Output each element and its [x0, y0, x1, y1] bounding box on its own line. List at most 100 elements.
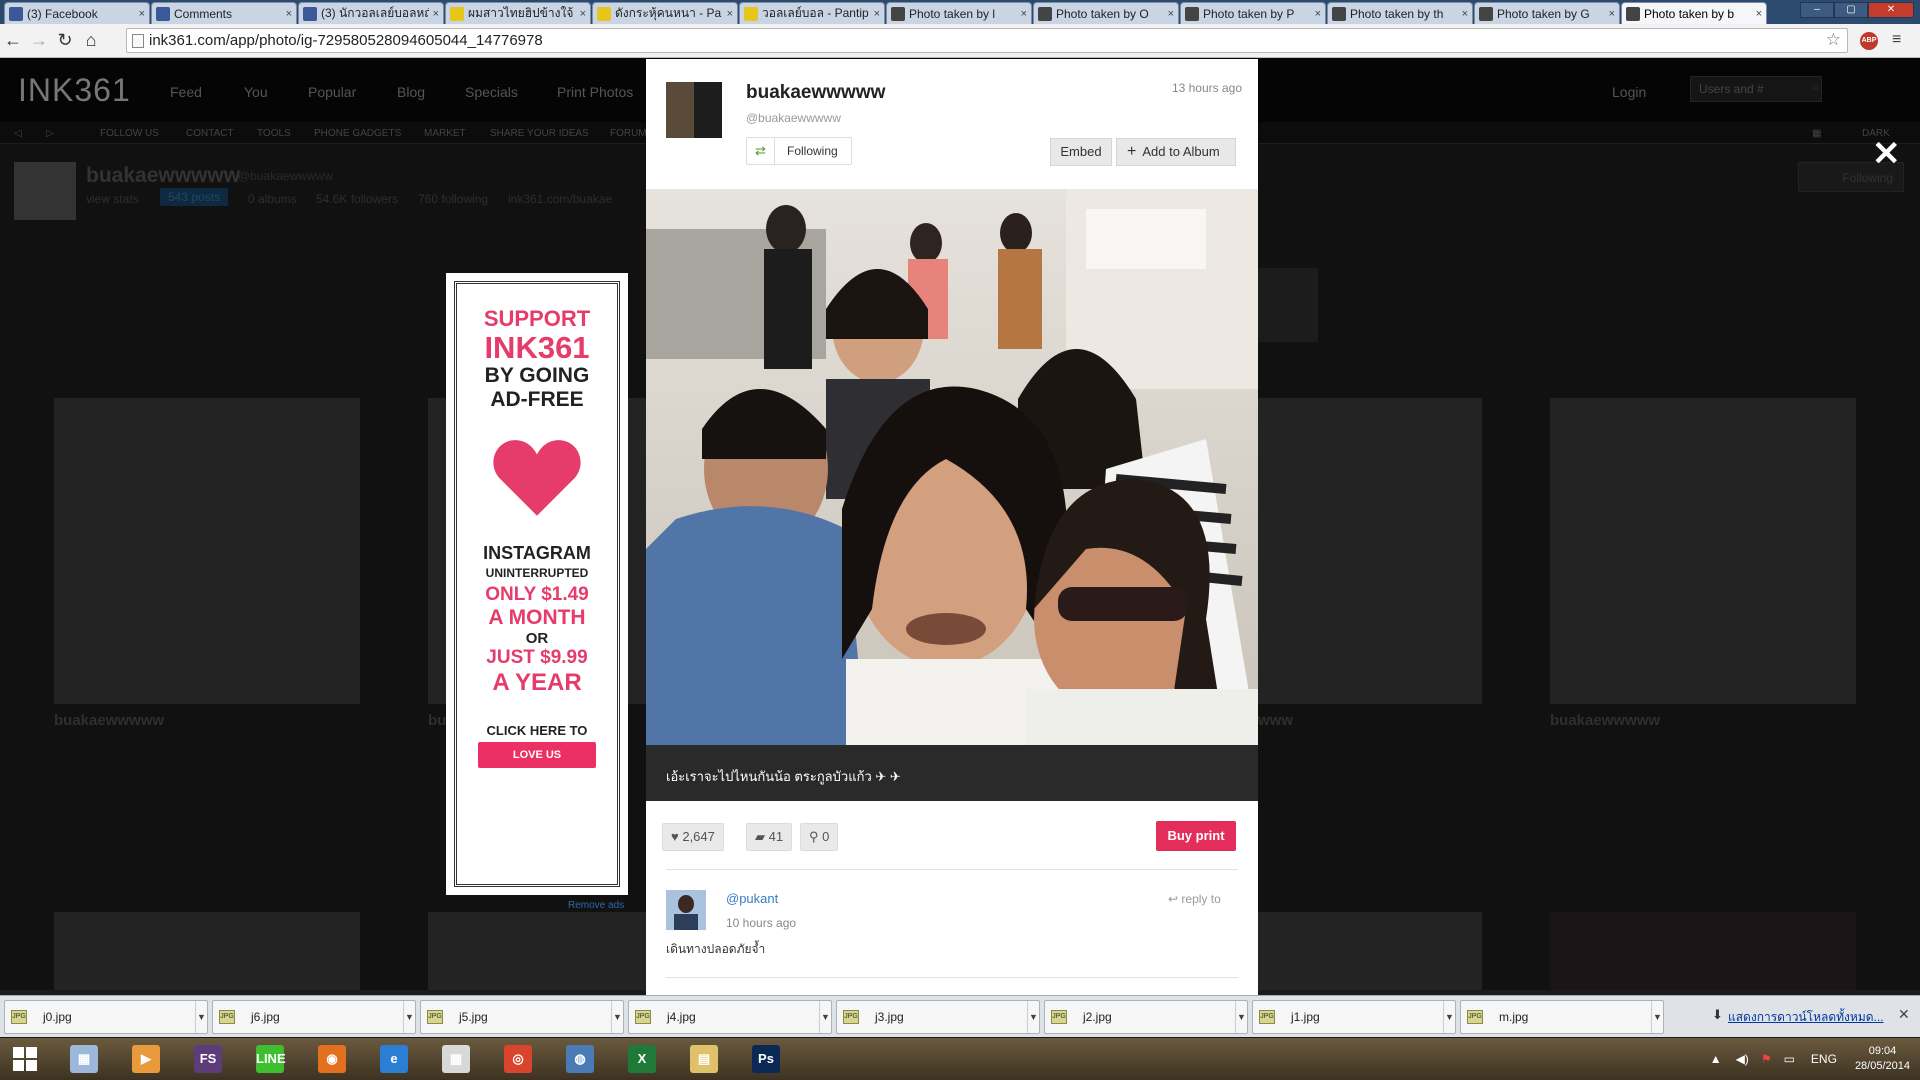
followers-count[interactable]: 54.6K followers — [316, 192, 398, 206]
likes-button[interactable]: ♥ 2,647 — [662, 823, 724, 851]
tab-close-icon[interactable]: × — [727, 8, 733, 20]
modal-handle[interactable]: @buakaewwwww — [746, 111, 841, 125]
main-photo[interactable] — [646, 189, 1258, 745]
subnav-follow-us[interactable]: FOLLOW US — [100, 128, 159, 139]
comments-button[interactable]: ▰ 41 — [746, 823, 793, 851]
browser-tab[interactable]: Photo taken by P × — [1180, 2, 1326, 24]
taskbar-app[interactable]: ▶ — [118, 1039, 174, 1079]
nav-blog[interactable]: Blog — [397, 84, 425, 100]
view-stats-link[interactable]: view stats — [86, 192, 139, 206]
ad-free-banner[interactable]: SUPPORT INK361 BY GOING AD-FREE INSTAGRA… — [446, 273, 628, 895]
following-count[interactable]: 760 following — [418, 192, 488, 206]
browser-tab[interactable]: (3) นักวอลเลย์บอลหญิง × — [298, 2, 444, 24]
buy-print-button[interactable]: Buy print — [1156, 821, 1236, 851]
chevron-down-icon[interactable]: ▼ — [611, 1000, 623, 1033]
taskbar-app[interactable]: ▦ — [428, 1039, 484, 1079]
download-item[interactable]: JPG j4.jpg ▼ — [628, 999, 832, 1034]
start-button[interactable] — [0, 1039, 50, 1079]
modal-username[interactable]: buakaewwwww — [746, 82, 885, 104]
add-to-album-button[interactable]: + Add to Album — [1116, 138, 1236, 166]
show-all-downloads-link[interactable]: ⬇ แสดงการดาวน์โหลดทั้งหมด... — [1712, 1007, 1884, 1027]
taskbar-app[interactable]: ◍ — [552, 1039, 608, 1079]
subnav-phone-gadgets[interactable]: PHONE GADGETS — [314, 128, 401, 139]
nav-specials[interactable]: Specials — [465, 84, 518, 100]
adblock-icon[interactable]: ABP — [1860, 32, 1878, 50]
download-item[interactable]: JPG j6.jpg ▼ — [212, 999, 416, 1034]
remove-ads-link[interactable]: Remove ads — [568, 900, 624, 911]
taskbar-app[interactable]: ◉ — [304, 1039, 360, 1079]
browser-tab[interactable]: Photo taken by th × — [1327, 2, 1473, 24]
download-item[interactable]: JPG j5.jpg ▼ — [420, 999, 624, 1034]
posts-count-badge[interactable]: 543 posts — [160, 188, 229, 206]
browser-tab[interactable]: Photo taken by l × — [886, 2, 1032, 24]
site-logo[interactable]: INK361 — [18, 72, 131, 109]
download-shelf-close-icon[interactable]: ✕ — [1898, 1006, 1910, 1023]
tab-close-icon[interactable]: × — [286, 8, 292, 20]
maximize-button[interactable]: ▢ — [1834, 2, 1868, 18]
chevron-down-icon[interactable]: ▼ — [1651, 1000, 1663, 1033]
tab-close-icon[interactable]: × — [1315, 8, 1321, 20]
taskbar-app[interactable]: ◎ — [490, 1039, 546, 1079]
user-avatar[interactable] — [666, 82, 722, 138]
browser-tab[interactable]: ดังกระหุ้คนหนา - Pa × — [592, 2, 738, 24]
profile-avatar[interactable] — [14, 162, 76, 220]
grid-photo-1[interactable] — [54, 398, 360, 704]
back-icon[interactable]: ← — [0, 30, 26, 51]
download-item[interactable]: JPG m.jpg ▼ — [1460, 999, 1664, 1034]
taskbar-app[interactable]: ▤ — [676, 1039, 732, 1079]
browser-menu-icon[interactable]: ≡ — [1892, 31, 1901, 49]
browser-tab[interactable]: Photo taken by O × — [1033, 2, 1179, 24]
download-item[interactable]: JPG j0.jpg ▼ — [4, 999, 208, 1034]
embed-button[interactable]: Embed — [1050, 138, 1112, 166]
taskbar-app[interactable]: X — [614, 1039, 670, 1079]
tab-close-icon[interactable]: × — [874, 8, 880, 20]
tab-close-icon[interactable]: × — [1756, 8, 1762, 20]
people-tagged-button[interactable]: ⚲ 0 — [800, 823, 839, 851]
grid-photo-8[interactable] — [1550, 912, 1856, 990]
nav-feed[interactable]: Feed — [170, 84, 202, 100]
tab-close-icon[interactable]: × — [1021, 8, 1027, 20]
address-bar[interactable]: ink361.com/app/photo/ig-7295805280946050… — [126, 28, 1848, 53]
tab-close-icon[interactable]: × — [1609, 8, 1615, 20]
login-link[interactable]: Login — [1612, 84, 1646, 100]
chevron-down-icon[interactable]: ▼ — [195, 1000, 207, 1033]
commenter-avatar[interactable] — [666, 890, 706, 930]
download-item[interactable]: JPG j1.jpg ▼ — [1252, 999, 1456, 1034]
download-item[interactable]: JPG j2.jpg ▼ — [1044, 999, 1248, 1034]
tray-arrow-icon[interactable]: ▲ — [1710, 1052, 1722, 1066]
tab-close-icon[interactable]: × — [580, 8, 586, 20]
tab-close-icon[interactable]: × — [139, 8, 145, 20]
reply-to-link[interactable]: ↩ reply to — [1168, 892, 1221, 906]
browser-tab[interactable]: ผมสาวไทยฮิปข้างใจ้ × — [445, 2, 591, 24]
volume-icon[interactable]: ◀) — [1736, 1052, 1749, 1066]
bookmark-star-icon[interactable]: ☆ — [1826, 30, 1841, 50]
browser-tab[interactable]: วอลเลย์บอล - Pantip × — [739, 2, 885, 24]
subnav-market[interactable]: MARKET — [424, 128, 466, 139]
reload-icon[interactable]: ↻ — [52, 30, 78, 51]
subnav-play-icon[interactable]: ▷ — [46, 128, 54, 139]
grid-photo-username[interactable]: buakaewwwww — [1550, 712, 1660, 729]
flag-icon[interactable]: ⚑ — [1761, 1052, 1772, 1066]
profile-name[interactable]: buakaewwwww — [86, 164, 240, 188]
nav-popular[interactable]: Popular — [308, 84, 356, 100]
subnav-contact[interactable]: CONTACT — [186, 128, 234, 139]
close-overlay-icon[interactable]: ✕ — [1872, 134, 1901, 174]
chevron-down-icon[interactable]: ▼ — [403, 1000, 415, 1033]
subnav-prev-icon[interactable]: ◁ — [14, 128, 22, 139]
commenter-username[interactable]: @pukant — [726, 891, 778, 906]
clock[interactable]: 09:04 28/05/2014 — [1855, 1044, 1910, 1074]
nav-print-photos[interactable]: Print Photos — [557, 84, 633, 100]
window-close-button[interactable]: ✕ — [1868, 2, 1914, 18]
user-search-input[interactable]: Users and # — [1690, 76, 1822, 102]
taskbar-app[interactable]: FS — [180, 1039, 236, 1079]
profile-link[interactable]: ink361.com/buakae — [508, 192, 612, 206]
taskbar-app[interactable]: e — [366, 1039, 422, 1079]
grid-photo-username[interactable]: www — [1258, 712, 1293, 729]
download-item[interactable]: JPG j3.jpg ▼ — [836, 999, 1040, 1034]
grid-photo-7[interactable] — [1258, 912, 1482, 990]
home-icon[interactable]: ⌂ — [78, 30, 104, 51]
grid-photo-3[interactable] — [1258, 398, 1482, 704]
tab-close-icon[interactable]: × — [1462, 8, 1468, 20]
love-us-button[interactable]: LOVE US — [478, 742, 596, 768]
forward-icon[interactable]: → — [26, 30, 52, 51]
